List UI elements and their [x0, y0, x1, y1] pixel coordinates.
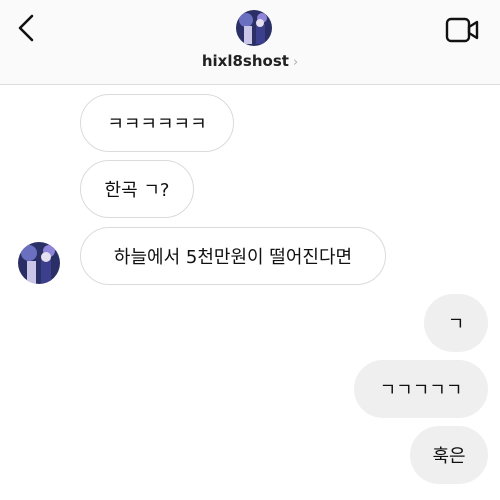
outgoing-message-bubble[interactable]: ㄱㄱㄱㄱㄱ — [354, 360, 488, 418]
username-link[interactable]: hixl8shost › — [0, 52, 500, 70]
outgoing-message-bubble[interactable]: 훅은 — [410, 426, 488, 484]
message-text: 한곡 ㄱ? — [104, 180, 170, 201]
video-call-button[interactable] — [444, 14, 480, 46]
back-button[interactable] — [14, 12, 42, 44]
sender-avatar[interactable] — [18, 242, 60, 284]
message-text: 훅은 — [432, 446, 466, 467]
message-text: ㅋㅋㅋㅋㅋㅋ — [107, 114, 207, 135]
incoming-message-bubble[interactable]: ㅋㅋㅋㅋㅋㅋ — [80, 94, 234, 152]
outgoing-message-bubble[interactable]: ㄱ — [424, 294, 488, 352]
chevron-right-icon: › — [292, 55, 299, 70]
incoming-message-bubble[interactable]: 한곡 ㄱ? — [80, 160, 194, 218]
chat-header: hixl8shost › — [0, 0, 500, 85]
message-text: ㄱ — [447, 314, 465, 335]
username-text: hixl8shost — [201, 52, 289, 70]
header-avatar[interactable] — [236, 10, 272, 46]
message-text: ㄱㄱㄱㄱㄱ — [379, 380, 463, 401]
chevron-left-icon — [18, 14, 34, 42]
message-text: 하늘에서 5천만원이 떨어진다면 — [113, 247, 353, 268]
incoming-message-bubble[interactable]: 하늘에서 5천만원이 떨어진다면 — [80, 227, 386, 285]
video-camera-icon — [445, 17, 479, 43]
